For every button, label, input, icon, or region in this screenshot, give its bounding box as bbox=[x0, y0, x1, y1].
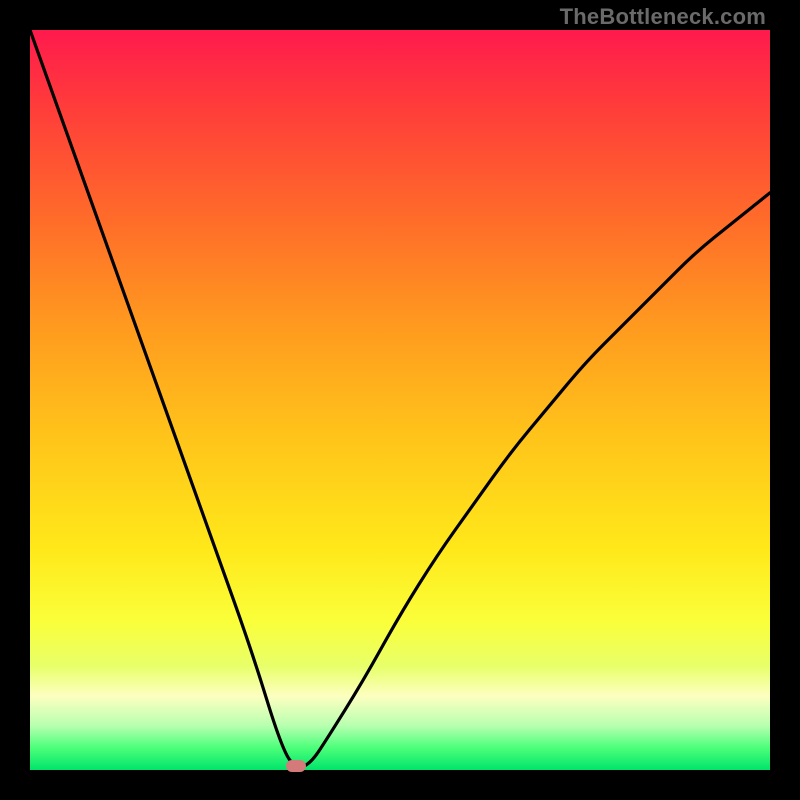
chart-frame: TheBottleneck.com bbox=[0, 0, 800, 800]
optimum-marker bbox=[286, 760, 306, 772]
watermark-text: TheBottleneck.com bbox=[560, 4, 766, 30]
plot-area bbox=[30, 30, 770, 770]
bottleneck-curve bbox=[30, 30, 770, 770]
